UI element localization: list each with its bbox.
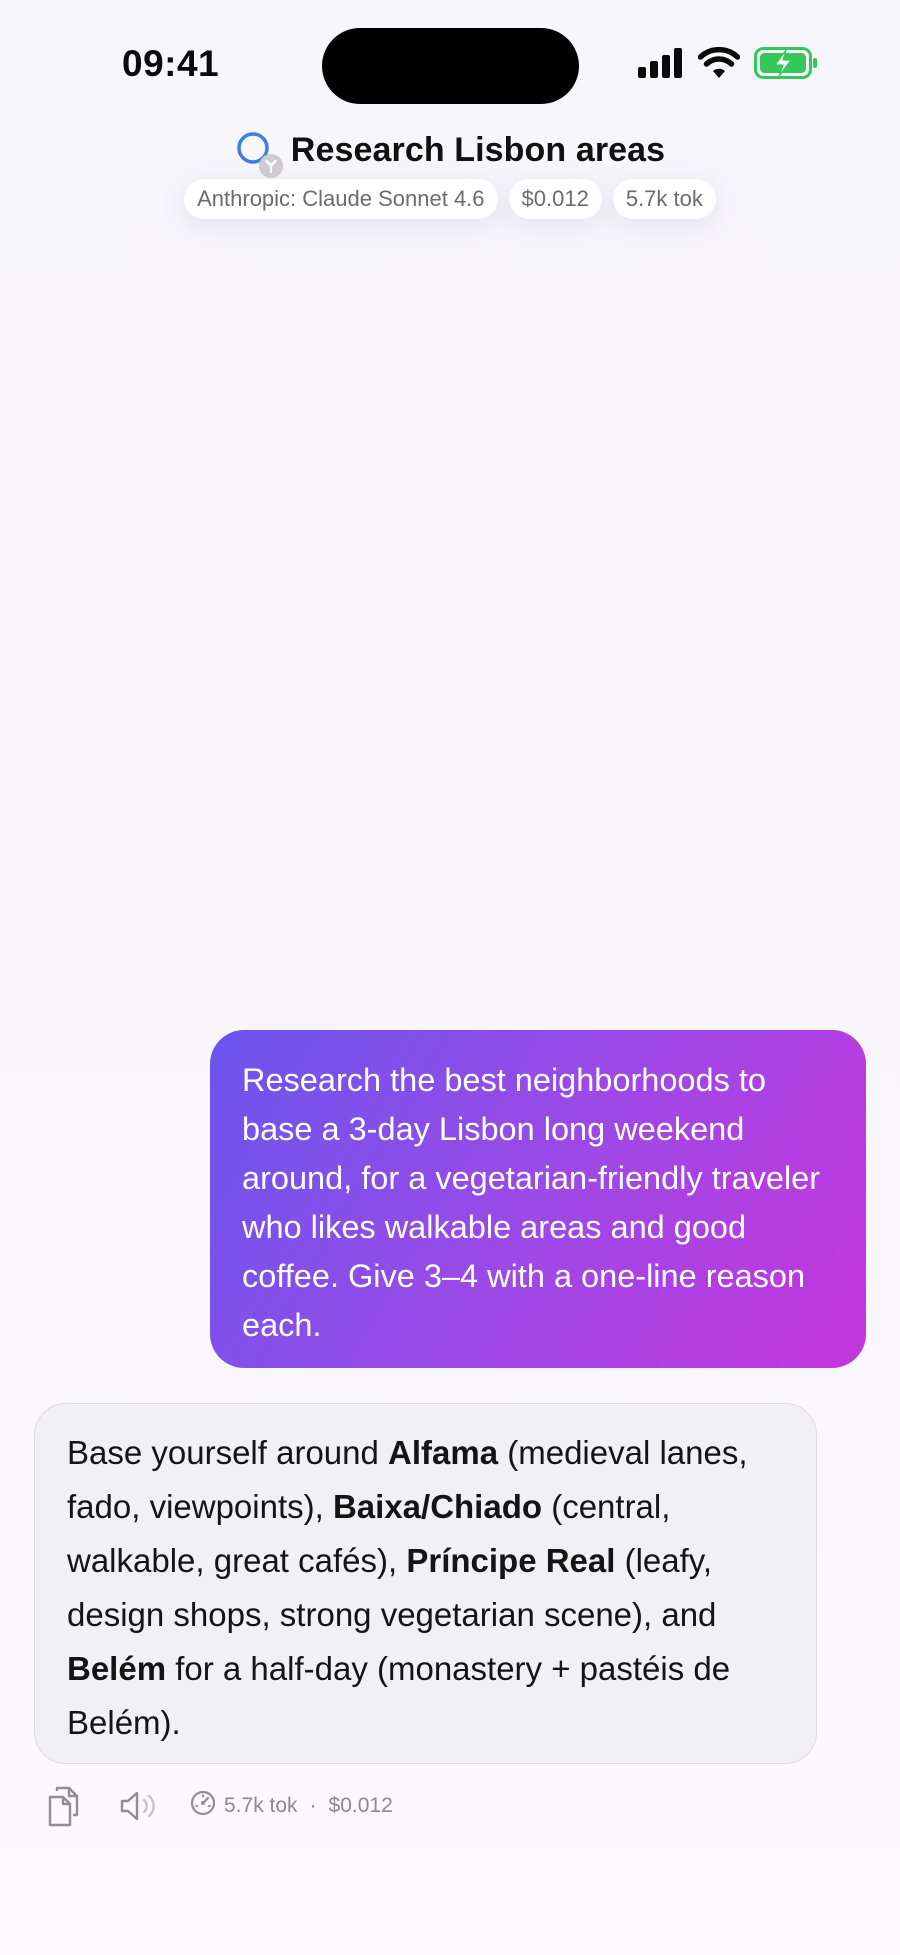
dynamic-island [322, 28, 579, 104]
status-icons [638, 46, 818, 84]
chat-title[interactable]: Research Lisbon areas [291, 131, 665, 170]
meta-separator: · [309, 1794, 317, 1817]
message-cost: $0.012 [328, 1794, 393, 1817]
message-actions: 5.7k tok · $0.012 [46, 1785, 393, 1827]
copy-icon[interactable] [46, 1785, 86, 1827]
assistant-text-segment: for a half-day (monastery + pastéis de B… [67, 1650, 731, 1741]
message-tokens: 5.7k tok [224, 1794, 298, 1817]
chat-header: Research Lisbon areas [0, 126, 900, 178]
neighborhood-name: Príncipe Real [406, 1542, 616, 1579]
battery-charging-icon [754, 46, 818, 84]
user-message-bubble[interactable]: Research the best neighborhoods to base … [210, 1030, 866, 1368]
wifi-icon [697, 46, 741, 84]
neighborhood-name: Alfama [388, 1434, 499, 1471]
tokens-pill: 5.7k tok [612, 179, 716, 219]
progress-ring-icon [235, 130, 283, 178]
status-time: 09:41 [122, 43, 220, 84]
assistant-text-segment: Base yourself around [67, 1434, 389, 1471]
cellular-signal-icon [638, 47, 684, 83]
neighborhood-name: Belém [67, 1650, 167, 1687]
speaker-icon[interactable] [120, 1790, 160, 1822]
cost-pill: $0.012 [508, 179, 602, 219]
chat-meta-pills: Anthropic: Claude Sonnet 4.6 $0.012 5.7k… [0, 179, 900, 219]
user-message-text: Research the best neighborhoods to base … [242, 1062, 821, 1343]
gauge-icon [190, 1790, 216, 1822]
assistant-message-bubble[interactable]: Base yourself around Alfama (medieval la… [34, 1403, 817, 1764]
message-meta: 5.7k tok · $0.012 [190, 1790, 393, 1822]
neighborhood-name: Baixa/Chiado [332, 1488, 543, 1525]
assistant-message-text: Base yourself around Alfama (medieval la… [67, 1434, 748, 1741]
model-pill[interactable]: Anthropic: Claude Sonnet 4.6 [184, 179, 498, 219]
